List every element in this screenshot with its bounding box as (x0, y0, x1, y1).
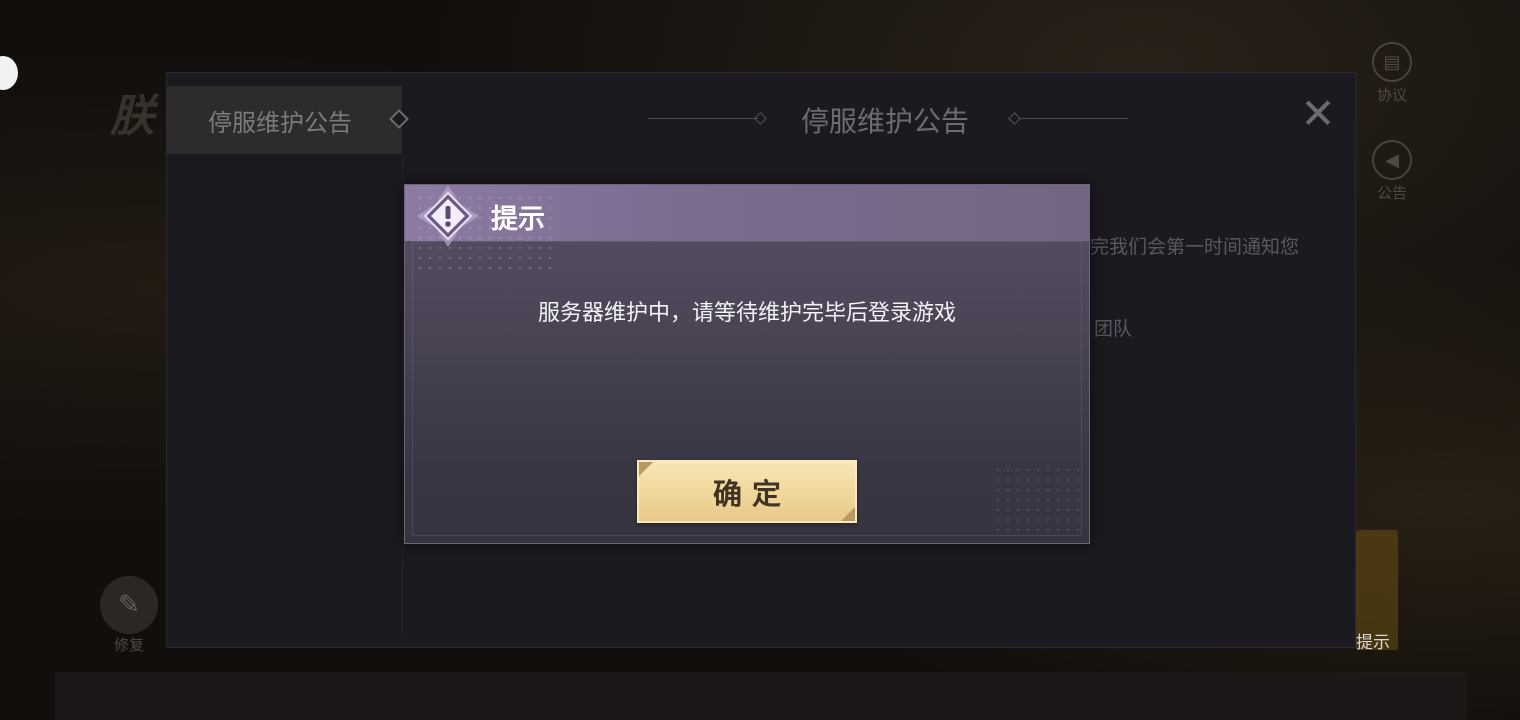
announcement-text-line: 团队 (1094, 318, 1133, 340)
repair-button[interactable]: ✎ 修复 (98, 576, 160, 655)
maintenance-dialog: 提示 服务器维护中，请等待维护完毕后登录游戏 确定 (404, 184, 1090, 544)
confirm-button-label: 确定 (712, 476, 791, 511)
dialog-title: 提示 (491, 204, 545, 235)
close-icon[interactable]: ✕ (1298, 93, 1338, 135)
announcement-text-line: 完我们会第一时间通知您 (1090, 236, 1300, 258)
megaphone-icon: ◀ (1372, 140, 1412, 180)
side-panel-label: 提示 (1356, 633, 1390, 653)
document-icon: ▤ (1372, 42, 1412, 82)
agreement-label: 协议 (1376, 86, 1407, 104)
announcement-tab-label: 停服维护公告 (208, 108, 352, 137)
warning-icon (417, 185, 479, 247)
repair-label: 修复 (113, 636, 144, 654)
button-corner-ornament (639, 462, 653, 476)
announcement-title: 停服维护公告 (800, 105, 969, 138)
notice-label: 公告 (1376, 184, 1407, 202)
game-logo: 朕 (110, 91, 154, 142)
title-line-right (1018, 118, 1128, 119)
wrench-icon: ✎ (100, 576, 158, 634)
confirm-button[interactable]: 确定 (637, 460, 857, 523)
dialog-message: 服务器维护中，请等待维护完毕后登录游戏 (537, 301, 956, 326)
bottom-info-strip (55, 672, 1467, 720)
agreement-button[interactable]: ▤ 协议 (1366, 42, 1418, 105)
button-corner-ornament (841, 507, 855, 521)
panel-divider (402, 156, 403, 636)
notice-button[interactable]: ◀ 公告 (1366, 140, 1418, 203)
announcement-tab[interactable]: 停服维护公告 (166, 86, 402, 154)
